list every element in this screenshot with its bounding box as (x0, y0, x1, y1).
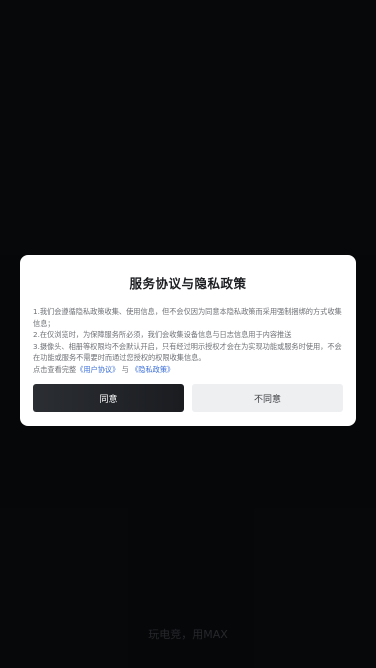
footer-and: 与 (121, 364, 129, 374)
policy-line-2: 2.在仅浏览时，为保障服务所必须，我们会收集设备信息与日志信息用于内容推送 (33, 330, 292, 340)
dialog-actions: 同意 不同意 (33, 384, 343, 412)
privacy-policy-link[interactable]: 《隐私政策》 (131, 365, 174, 374)
dialog-body: 1.我们会遵循隐私政策收集、使用信息，但不会仅因为同意本隐私政策而采用强制捆绑的… (33, 306, 343, 376)
agree-button[interactable]: 同意 (33, 384, 184, 412)
privacy-dialog: 服务协议与隐私政策 1.我们会遵循隐私政策收集、使用信息，但不会仅因为同意本隐私… (20, 255, 356, 426)
disagree-button[interactable]: 不同意 (192, 384, 343, 412)
screen: 玩电竞，用MAX 服务协议与隐私政策 1.我们会遵循隐私政策收集、使用信息，但不… (0, 0, 376, 668)
policy-line-1: 1.我们会遵循隐私政策收集、使用信息，但不会仅因为同意本隐私政策而采用强制捆绑的… (33, 307, 342, 328)
policy-line-3: 3.摄像头、相册等权限均不会默认开启，只有经过明示授权才会在为实现功能或服务时使… (33, 341, 342, 363)
footer-prefix: 点击查看完整 (33, 364, 77, 374)
policy-footer: 点击查看完整《用户协议》 与 《隐私政策》 (33, 364, 343, 376)
user-agreement-link[interactable]: 《用户协议》 (76, 365, 119, 374)
dialog-title: 服务协议与隐私政策 (129, 276, 247, 291)
